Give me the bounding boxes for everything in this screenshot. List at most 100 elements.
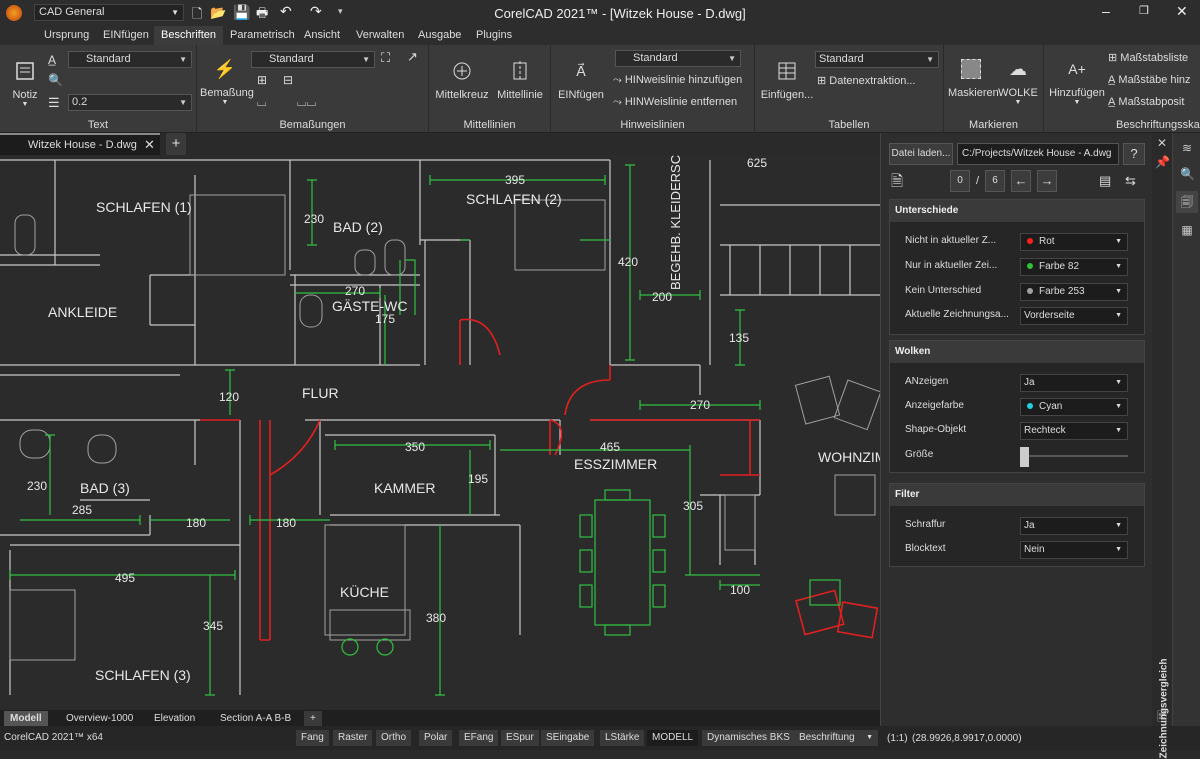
table-insert-button[interactable]: Einfügen... (759, 57, 815, 101)
next-diff-button[interactable]: → (1037, 170, 1057, 192)
anzeigen-select[interactable]: Ja ▼ (1020, 374, 1128, 392)
blocktext-select[interactable]: Nein ▼ (1020, 541, 1128, 559)
menu-verwalten[interactable]: Verwalten (352, 26, 408, 45)
save-icon[interactable]: 💾 (233, 4, 250, 21)
file-path-field[interactable]: C:/Projects/Witzek House - A.dwg (957, 143, 1119, 165)
menu-einfuegen[interactable]: EINfügen (99, 26, 153, 45)
arrow-right-icon: → (1040, 173, 1054, 188)
doc-tab[interactable]: Witzek House - D.dwg ✕ (0, 133, 160, 155)
data-extraction-button[interactable]: ⊞ Datenextraktion... (817, 72, 916, 90)
color-select-farbe82[interactable]: Farbe 82 ▼ (1020, 258, 1128, 276)
compare-tool-icon[interactable]: 🗎 (1155, 708, 1169, 729)
annotation-select[interactable]: Beschriftung ▼ (794, 730, 878, 746)
menu-ursprung[interactable]: Ursprung (40, 26, 93, 45)
minimize-icon[interactable]: – (1102, 3, 1110, 19)
pin-icon[interactable]: 📌 (1155, 155, 1170, 169)
drawing-canvas[interactable]: SCHLAFEN (1) BAD (2) SCHLAFEN (2) ANKLEI… (0, 155, 880, 710)
search-doc-icon[interactable]: 🔍 (1180, 167, 1195, 181)
open-file-icon[interactable]: 📂 (210, 5, 226, 21)
swap-view-icon[interactable]: ⇆ (1125, 173, 1136, 189)
add-scales-button[interactable]: A̲ Maßstäbe hinz (1108, 71, 1191, 89)
toggle-raster[interactable]: Raster (333, 730, 373, 746)
size-slider-handle[interactable] (1020, 447, 1029, 467)
table-style-select[interactable]: Standard ▼ (815, 51, 939, 68)
prev-diff-button[interactable]: ← (1011, 170, 1031, 192)
layout-tab-overview[interactable]: Overview-1000 (60, 711, 139, 726)
dim-tool-icon-1[interactable]: ⊞ (257, 73, 267, 87)
hinzufuegen-button[interactable]: A+ Hinzufügen ▼ (1048, 55, 1106, 106)
toggle-polar[interactable]: Polar (419, 730, 453, 746)
layers-icon[interactable]: ≋ (1180, 141, 1194, 155)
new-file-icon[interactable]: 🗋 (192, 5, 202, 27)
dim-style-manager-icon[interactable]: ⛶ (381, 50, 390, 66)
toggle-dyn-bks[interactable]: Dynamisches BKS (702, 730, 795, 746)
dim-tool-icon-3[interactable]: ⌴ (257, 95, 267, 110)
text-find-icon[interactable]: 🔍 (48, 73, 63, 87)
dim-tool-icon-4[interactable]: ⌴⌴ (297, 95, 316, 110)
close-icon[interactable]: ✕ (1155, 136, 1169, 150)
wolke-button[interactable]: ☁ WOLKE ▼ (996, 55, 1040, 107)
customize-toolbar-icon[interactable]: ▾ (338, 6, 343, 17)
add-leader-button[interactable]: ⤳ HINweislinie hinzufügen (613, 71, 742, 89)
toggle-modell[interactable]: MODELL (647, 730, 699, 746)
load-file-button[interactable]: Datei laden... (889, 143, 953, 165)
scale-list-button[interactable]: ⊞ Maßstabsliste (1108, 49, 1188, 67)
menu-plugins[interactable]: Plugins (472, 26, 516, 45)
menu-parametrisch[interactable]: Parametrisch (226, 26, 299, 45)
dim-label: 465 (600, 440, 620, 454)
side-select[interactable]: Vorderseite ▼ (1020, 307, 1128, 325)
page-current-field[interactable]: 0 (950, 170, 970, 192)
hinweis-einfuegen-button[interactable]: A⃗ EINfügen (557, 57, 605, 102)
line-spacing-icon[interactable]: ☰ (48, 95, 60, 111)
dim-style-select[interactable]: Standard ▼ (251, 51, 375, 68)
mittellinie-button[interactable]: Mittellinie (493, 57, 547, 101)
toggle-ortho[interactable]: Ortho (376, 730, 412, 746)
settings-icon[interactable]: ▤ (1099, 173, 1111, 189)
color-select-farbe253[interactable]: Farbe 253 ▼ (1020, 283, 1128, 301)
notiz-button[interactable]: Notiz ▼ (8, 57, 42, 108)
close-icon[interactable]: ✕ (144, 137, 155, 153)
restore-icon[interactable]: ❐ (1139, 4, 1149, 17)
hatch-select[interactable]: Ja ▼ (1020, 517, 1128, 535)
close-icon[interactable]: ✕ (1176, 3, 1188, 20)
toggle-lstaerke[interactable]: LStärke (600, 730, 645, 746)
size-slider-track[interactable] (1020, 455, 1128, 457)
scale-position-button[interactable]: A̲ Maßstabposit (1108, 93, 1184, 111)
text-style-select[interactable]: Standard ▼ (68, 51, 192, 68)
toggle-efang[interactable]: EFang (459, 730, 499, 746)
leader-icon[interactable]: ↗ (407, 49, 418, 65)
dim-tool-icon-2[interactable]: ⊟ (283, 73, 293, 87)
maskieren-button[interactable]: Maskieren (948, 55, 999, 99)
mittelkreuz-button[interactable]: Mittelkreuz (435, 57, 489, 101)
redo-icon[interactable]: ↷ (310, 3, 322, 20)
workspace-select[interactable]: CAD General ▼ (34, 4, 184, 21)
new-tab-icon[interactable]: + (166, 133, 186, 155)
toggle-espur[interactable]: ESpur (501, 730, 539, 746)
add-layout-tab[interactable]: + (304, 711, 322, 726)
layout-tab-elevation[interactable]: Elevation (148, 711, 201, 726)
leader-style-select[interactable]: Standard ▼ (615, 50, 741, 67)
color-select-rot[interactable]: Rot ▼ (1020, 233, 1128, 251)
toggle-fang[interactable]: Fang (296, 730, 329, 746)
toggle-seingabe[interactable]: SEingabe (541, 730, 595, 746)
undo-icon[interactable]: ↶ (280, 3, 292, 20)
drawing-compare-icon[interactable]: 🗐 (1176, 191, 1198, 213)
bemassung-button[interactable]: ⚡ Bemaßung ▼ (200, 55, 254, 107)
menu-ansicht[interactable]: Ansicht (300, 26, 344, 45)
menu-ausgabe[interactable]: Ausgabe (414, 26, 465, 45)
text-style-icon[interactable]: A̲ (48, 53, 56, 67)
compare-export-icon[interactable]: 🗎 (891, 171, 903, 196)
remove-leader-button[interactable]: ⤳ HINWeislinie entfernen (613, 93, 737, 111)
bemassung-label: Bemaßung (200, 87, 254, 99)
layout-tab-modell[interactable]: Modell (4, 711, 48, 726)
help-button[interactable]: ? (1123, 143, 1145, 165)
menu-beschriften[interactable]: Beschriften (154, 26, 224, 45)
text-height-input[interactable]: 0.2 ▼ (68, 94, 192, 111)
floor-plan[interactable]: SCHLAFEN (1) BAD (2) SCHLAFEN (2) ANKLEI… (0, 155, 880, 710)
cloud-color-select[interactable]: Cyan ▼ (1020, 398, 1128, 416)
block-library-icon[interactable]: ▦ (1180, 223, 1194, 237)
layout-tab-section[interactable]: Section A-A B-B (214, 711, 297, 726)
chevron-down-icon: ▼ (1115, 238, 1122, 245)
shape-select[interactable]: Rechteck ▼ (1020, 422, 1128, 440)
print-icon[interactable]: 🖶 (256, 4, 268, 26)
